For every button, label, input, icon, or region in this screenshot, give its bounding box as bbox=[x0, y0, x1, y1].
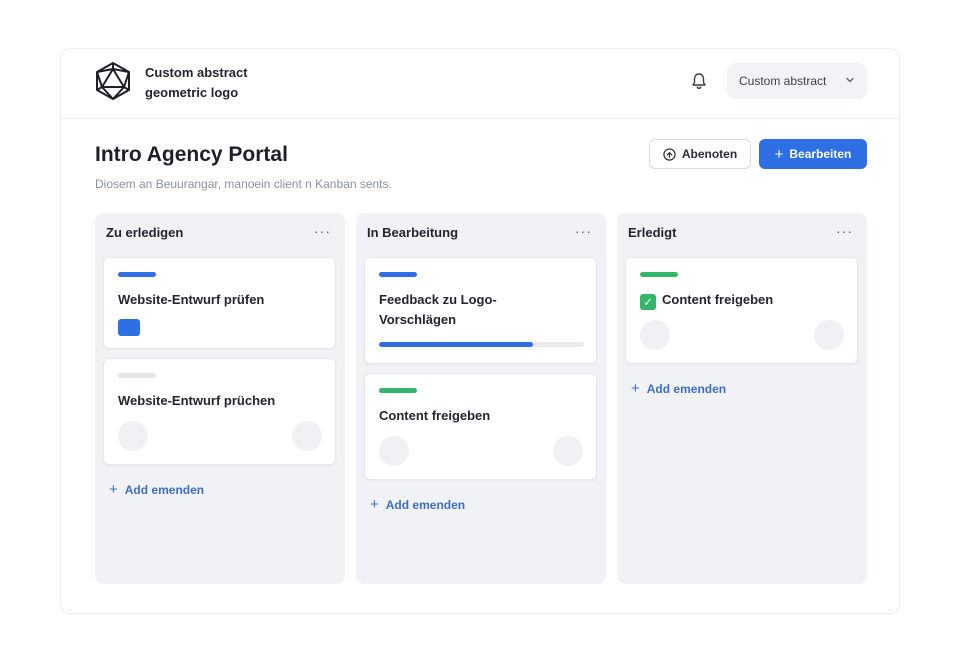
page-subtitle: Diosem an Beuurangar, manoein client n K… bbox=[95, 177, 392, 191]
task-card[interactable]: ✓ Content freigeben bbox=[625, 257, 858, 364]
add-card-button[interactable]: + Add emenden bbox=[631, 380, 726, 397]
app-window: Custom abstract geometric logo Custom ab… bbox=[60, 48, 900, 614]
more-options-icon[interactable]: ··· bbox=[575, 223, 592, 239]
column-in-bearbeitung: In Bearbeitung ··· Feedback zu Logo-Vors… bbox=[356, 213, 606, 584]
add-card-label: Add emenden bbox=[385, 497, 466, 512]
plus-icon: + bbox=[774, 145, 784, 163]
task-card[interactable]: Website-Entwurf prüchen bbox=[103, 358, 336, 465]
bearbeiten-button[interactable]: + Bearbeiten bbox=[759, 139, 867, 169]
check-mark-icon: ✓ bbox=[640, 294, 656, 310]
account-menu-button[interactable]: Custom abstract bbox=[727, 63, 867, 99]
card-title: ✓ Content freigeben bbox=[640, 290, 850, 310]
card-tag bbox=[118, 272, 156, 277]
abenoten-button[interactable]: Abenoten bbox=[649, 139, 751, 169]
column-title: Zu erledigen bbox=[106, 225, 184, 240]
plus-icon: + bbox=[109, 481, 118, 498]
top-bar: Custom abstract geometric logo Custom ab… bbox=[61, 49, 899, 119]
brand-line-2: geometric logo bbox=[145, 85, 239, 100]
avatar bbox=[553, 436, 583, 466]
more-options-icon[interactable]: ··· bbox=[836, 223, 853, 239]
card-title: Feedback zu Logo-Vorschlägen bbox=[379, 292, 497, 327]
bell-icon[interactable] bbox=[689, 71, 709, 91]
column-title: In Bearbeitung bbox=[367, 225, 459, 240]
add-card-button[interactable]: + Add emenden bbox=[370, 496, 465, 513]
geometric-logo-icon bbox=[96, 62, 130, 100]
card-title: Website-Entwurf prüfen bbox=[118, 292, 265, 307]
card-title-text: Content freigeben bbox=[662, 292, 774, 307]
add-card-label: Add emenden bbox=[124, 482, 205, 497]
label-chip bbox=[118, 319, 140, 336]
card-tag bbox=[640, 272, 678, 277]
avatar bbox=[814, 320, 844, 350]
plus-icon: + bbox=[631, 380, 640, 397]
column-zu-erledigen: Zu erledigen ··· Website-Entwurf prüfen … bbox=[95, 213, 345, 584]
progress-fill bbox=[379, 342, 533, 347]
column-title: Erledigt bbox=[628, 225, 677, 240]
card-tag bbox=[379, 272, 417, 277]
account-label: Custom abstract bbox=[739, 74, 827, 88]
progress-bar bbox=[379, 342, 584, 347]
chevron-down-icon bbox=[846, 77, 854, 83]
circle-arrow-up-icon bbox=[663, 147, 676, 161]
card-title: Content freigeben bbox=[379, 408, 491, 423]
avatar bbox=[118, 421, 148, 451]
abenoten-label: Abenoten bbox=[681, 147, 738, 161]
plus-icon: + bbox=[370, 496, 379, 513]
avatar bbox=[292, 421, 322, 451]
more-options-icon[interactable]: ··· bbox=[314, 223, 331, 239]
avatar bbox=[640, 320, 670, 350]
task-card[interactable]: Feedback zu Logo-Vorschlägen bbox=[364, 257, 597, 364]
card-tag bbox=[118, 373, 156, 378]
avatar bbox=[379, 436, 409, 466]
brand-name: Custom abstract geometric logo bbox=[145, 63, 295, 103]
card-title: Website-Entwurf prüchen bbox=[118, 393, 276, 408]
add-card-button[interactable]: + Add emenden bbox=[109, 481, 204, 498]
add-card-label: Add emenden bbox=[646, 381, 727, 396]
page-title: Intro Agency Portal bbox=[95, 143, 288, 166]
task-card[interactable]: Website-Entwurf prüfen bbox=[103, 257, 336, 349]
task-card[interactable]: Content freigeben bbox=[364, 373, 597, 480]
brand-line-1: Custom abstract bbox=[145, 65, 248, 80]
bearbeiten-label: Bearbeiten bbox=[789, 147, 852, 161]
card-tag bbox=[379, 388, 417, 393]
column-erledigt: Erledigt ··· ✓ Content freigeben + Add em… bbox=[617, 213, 867, 584]
